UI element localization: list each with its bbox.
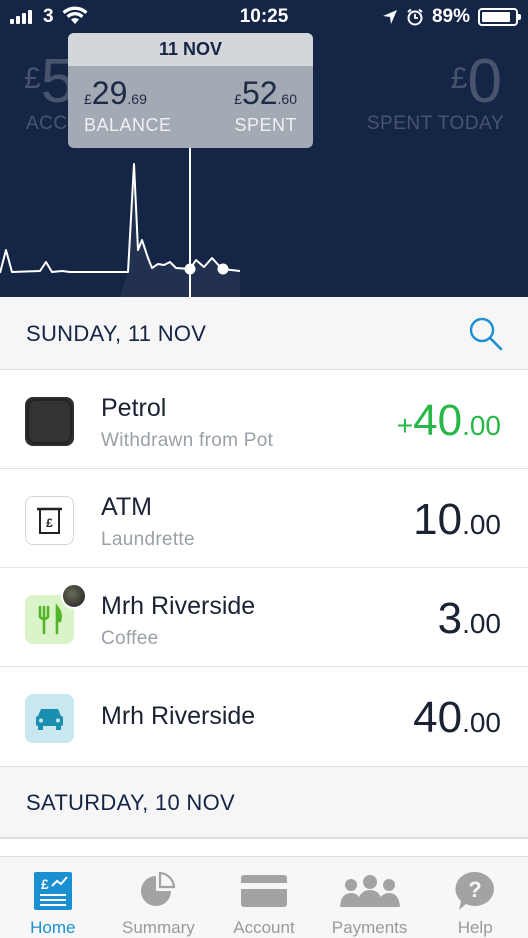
- chart-tooltip: 11 NOV £29.69 £52.60 BALANCE SPENT: [68, 33, 313, 148]
- spending-line: [0, 163, 241, 274]
- transport-car-icon: [25, 694, 74, 743]
- tab-bar: £ Home Summary Account Payments ? Help: [0, 856, 528, 938]
- tooltip-balance-label: BALANCE: [84, 115, 172, 135]
- transaction-subtitle: Laundrette: [101, 529, 195, 550]
- day-header-saturday: SATURDAY, 10 NOV: [0, 766, 528, 838]
- tab-help[interactable]: ? Help: [422, 857, 528, 938]
- tooltip-balance: £29.69: [84, 75, 147, 111]
- tab-home[interactable]: £ Home: [0, 857, 106, 938]
- chart-cursor-line: [189, 148, 191, 297]
- tab-label: Home: [30, 918, 76, 937]
- tab-label: Account: [233, 918, 295, 937]
- transaction-amount: 40.00: [413, 693, 501, 742]
- spent-today-value: £0: [450, 47, 502, 116]
- tab-payments[interactable]: Payments: [317, 857, 423, 938]
- transaction-row[interactable]: Petrol Withdrawn from Pot +40.00: [0, 370, 528, 469]
- svg-text:£: £: [46, 516, 53, 530]
- atm-icon: £: [25, 496, 74, 545]
- help-icon: ?: [455, 871, 495, 910]
- pie-chart-icon: [141, 871, 176, 906]
- transaction-amount: +40.00: [396, 396, 501, 445]
- svg-text:£: £: [41, 876, 49, 892]
- next-transaction-row-partial: [0, 838, 528, 856]
- tooltip-date: 11 NOV: [68, 33, 313, 66]
- svg-text:?: ?: [468, 877, 481, 902]
- transaction-row[interactable]: £ ATM Laundrette 10.00: [0, 469, 528, 568]
- status-bar: 3 10:25 89%: [0, 0, 528, 34]
- spending-chart[interactable]: [0, 150, 528, 297]
- home-icon: £: [33, 872, 72, 910]
- tab-label: Payments: [331, 918, 408, 937]
- card-icon: [240, 875, 287, 907]
- search-icon[interactable]: [468, 316, 504, 352]
- transaction-subtitle: Withdrawn from Pot: [101, 430, 274, 451]
- tab-summary[interactable]: Summary: [106, 857, 212, 938]
- tooltip-spent: £52.60: [234, 75, 297, 111]
- transaction-list: Petrol Withdrawn from Pot +40.00 £ ATM L…: [0, 370, 528, 766]
- battery-icon: [478, 8, 521, 26]
- day-title: SATURDAY, 10 NOV: [26, 790, 235, 815]
- transaction-row[interactable]: Mrh Riverside Coffee 3.00: [0, 568, 528, 667]
- location-arrow-icon: [382, 10, 397, 24]
- transaction-name: Mrh Riverside: [101, 702, 256, 730]
- tab-account[interactable]: Account: [211, 857, 317, 938]
- transaction-name: Mrh Riverside: [101, 592, 256, 620]
- balance-label: ACC: [26, 113, 68, 134]
- spending-header: 3 10:25 89% £5 ACC £0 SPENT TODAY 11 NOV…: [0, 0, 528, 297]
- transaction-subtitle: Coffee: [101, 628, 159, 649]
- day-header-sunday: SUNDAY, 11 NOV: [0, 297, 528, 370]
- tab-label: Help: [457, 918, 493, 937]
- receipt-photo-badge: [61, 583, 87, 609]
- chart-point-today: [217, 263, 229, 275]
- people-icon: [339, 875, 400, 907]
- transaction-row[interactable]: Mrh Riverside 40.00: [0, 667, 528, 766]
- pot-icon: [25, 397, 74, 446]
- transaction-amount: 10.00: [413, 495, 501, 544]
- transaction-name: ATM: [101, 493, 152, 521]
- battery-percent: 89%: [431, 6, 470, 27]
- transaction-name: Petrol: [101, 394, 167, 422]
- alarm-icon: [407, 8, 423, 26]
- tab-label: Summary: [122, 918, 195, 937]
- day-title: SUNDAY, 11 NOV: [26, 321, 207, 346]
- transaction-amount: 3.00: [437, 594, 501, 643]
- tooltip-spent-label: SPENT: [234, 115, 297, 135]
- spent-today-label: SPENT TODAY: [366, 113, 504, 134]
